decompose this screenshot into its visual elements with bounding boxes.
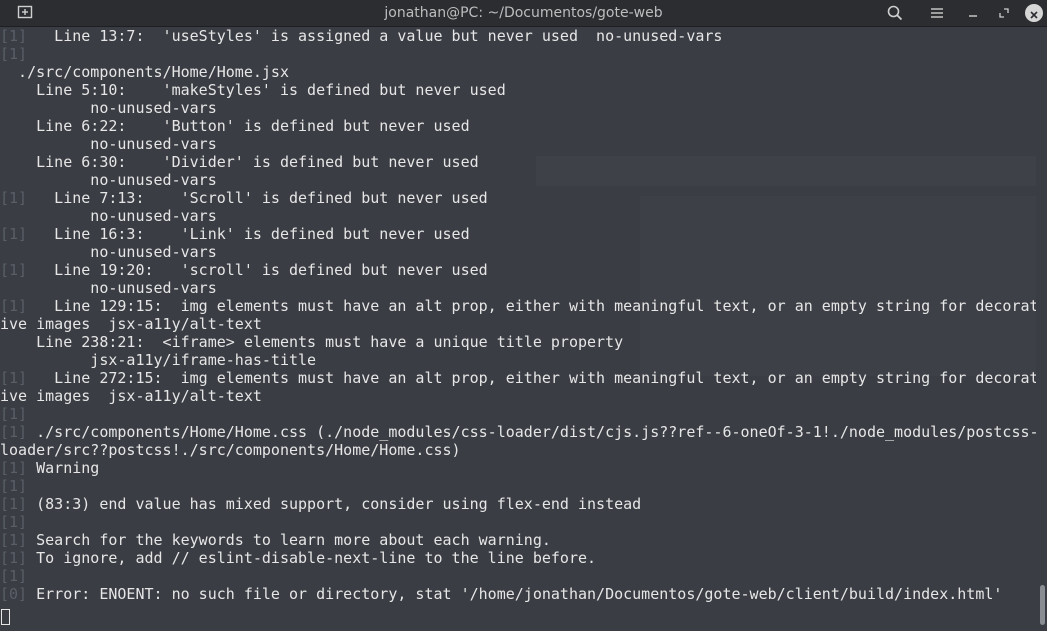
search-icon — [887, 5, 903, 21]
terminal-line: [1] ./src/components/Home/Home.css (./no… — [0, 423, 1036, 441]
line-prefix: [1] — [0, 27, 28, 45]
line-text: Line 16:3: 'Link' is defined but never u… — [27, 225, 470, 243]
line-text: Warning — [27, 459, 100, 477]
terminal-line: [1] Line 272:15: img elements must have … — [0, 369, 1036, 387]
terminal-line: [1] To ignore, add // eslint-disable-nex… — [0, 549, 1036, 567]
line-text: ./src/components/Home/Home.jsx — [0, 63, 289, 81]
line-prefix: [1] — [0, 45, 28, 63]
terminal-line: [1] — [0, 567, 1036, 585]
line-prefix: [1] — [0, 495, 28, 513]
line-prefix: [0] — [0, 585, 28, 603]
line-text: no-unused-vars — [0, 207, 217, 225]
terminal-line: Line 6:22: 'Button' is defined but never… — [0, 117, 1036, 135]
terminal-line: no-unused-vars — [0, 279, 1036, 297]
maximize-icon — [999, 8, 1009, 18]
terminal-line: ive images jsx-a11y/alt-text — [0, 387, 1036, 405]
terminal-line: loader/src??postcss!./src/components/Hom… — [0, 441, 1036, 459]
minimize-button[interactable] — [957, 0, 989, 26]
line-text: loader/src??postcss!./src/components/Hom… — [0, 441, 461, 459]
line-text: Line 272:15: img elements must have an a… — [27, 369, 1036, 387]
line-text: (83:3) end value has mixed support, cons… — [27, 495, 642, 513]
terminal-line: [1] (83:3) end value has mixed support, … — [0, 495, 1036, 513]
hamburger-menu-icon — [930, 7, 944, 19]
terminal-line: jsx-a11y/iframe-has-title — [0, 351, 1036, 369]
line-text: Search for the keywords to learn more ab… — [27, 531, 551, 549]
line-prefix: [1] — [0, 513, 28, 531]
maximize-button[interactable] — [989, 0, 1019, 26]
line-text: no-unused-vars — [0, 135, 217, 153]
terminal-scrollbar[interactable] — [1040, 585, 1045, 625]
line-text: no-unused-vars — [0, 99, 217, 117]
line-text: ive images jsx-a11y/alt-text — [0, 387, 262, 405]
terminal-line: ./src/components/Home/Home.jsx — [0, 63, 1036, 81]
line-text: no-unused-vars — [0, 243, 217, 261]
line-prefix: [1] — [0, 423, 28, 441]
terminal-line: [1] Line 19:20: 'scroll' is defined but … — [0, 261, 1036, 279]
terminal-line: Line 6:30: 'Divider' is defined but neve… — [0, 153, 1036, 171]
line-text: jsx-a11y/iframe-has-title — [0, 351, 317, 369]
terminal-line: [1] — [0, 45, 1036, 63]
minimize-icon — [968, 8, 978, 18]
line-prefix: [1] — [0, 225, 28, 243]
terminal-line: no-unused-vars — [0, 243, 1036, 261]
line-text: Line 7:13: 'Scroll' is defined but never… — [27, 189, 488, 207]
window-titlebar: jonathan@PC: ~/Documentos/gote-web — [0, 0, 1047, 27]
close-button[interactable] — [1025, 4, 1043, 22]
line-text: Line 238:21: <iframe> elements must have… — [0, 333, 624, 351]
terminal-line: [1] Search for the keywords to learn mor… — [0, 531, 1036, 549]
terminal-line: no-unused-vars — [0, 171, 1036, 189]
terminal-line: [1] Warning — [0, 459, 1036, 477]
terminal-line: [1] Line 13:7: 'useStyles' is assigned a… — [0, 27, 1036, 45]
terminal-line: [1] Line 7:13: 'Scroll' is defined but n… — [0, 189, 1036, 207]
terminal-line: [1] — [0, 513, 1036, 531]
line-prefix: [1] — [0, 297, 28, 315]
new-tab-button[interactable] — [0, 0, 50, 26]
line-text: Line 19:20: 'scroll' is defined but neve… — [27, 261, 488, 279]
close-icon — [1030, 4, 1038, 23]
terminal-cursor — [1, 609, 10, 625]
line-text: no-unused-vars — [0, 279, 217, 297]
terminal-line: [1] Line 16:3: 'Link' is defined but nev… — [0, 225, 1036, 243]
line-text: Line 13:7: 'useStyles' is assigned a val… — [27, 27, 723, 45]
new-tab-icon — [17, 4, 33, 23]
terminal-line: Line 238:21: <iframe> elements must have… — [0, 333, 1036, 351]
line-text: Line 6:30: 'Divider' is defined but neve… — [0, 153, 479, 171]
line-text: ive images jsx-a11y/alt-text — [0, 315, 262, 333]
line-prefix: [1] — [0, 369, 28, 387]
line-prefix: [1] — [0, 549, 28, 567]
line-text: ./src/components/Home/Home.css (./node_m… — [27, 423, 1036, 441]
line-text: Line 6:22: 'Button' is defined but never… — [0, 117, 470, 135]
line-text: no-unused-vars — [0, 171, 217, 189]
terminal-line: ive images jsx-a11y/alt-text — [0, 315, 1036, 333]
terminal-line: Line 5:10: 'makeStyles' is defined but n… — [0, 81, 1036, 99]
line-prefix: [1] — [0, 477, 28, 495]
line-prefix: [1] — [0, 189, 28, 207]
terminal-line: [1] Line 129:15: img elements must have … — [0, 297, 1036, 315]
terminal-line: [1] — [0, 477, 1036, 495]
terminal-line: no-unused-vars — [0, 135, 1036, 153]
menu-button[interactable] — [917, 0, 957, 26]
terminal-line: [1] — [0, 405, 1036, 423]
terminal-line: no-unused-vars — [0, 207, 1036, 225]
line-prefix: [1] — [0, 567, 28, 585]
terminal-line: [0] Error: ENOENT: no such file or direc… — [0, 585, 1036, 603]
line-text: To ignore, add // eslint-disable-next-li… — [27, 549, 597, 567]
line-prefix: [1] — [0, 459, 28, 477]
line-text: Error: ENOENT: no such file or directory… — [27, 585, 1003, 603]
line-text: Line 5:10: 'makeStyles' is defined but n… — [0, 81, 506, 99]
line-prefix: [1] — [0, 405, 28, 423]
search-button[interactable] — [873, 0, 917, 26]
line-text: Line 129:15: img elements must have an a… — [27, 297, 1036, 315]
terminal-line: no-unused-vars — [0, 99, 1036, 117]
terminal-output[interactable]: [1] Line 13:7: 'useStyles' is assigned a… — [0, 27, 1036, 631]
line-prefix: [1] — [0, 531, 28, 549]
line-prefix: [1] — [0, 261, 28, 279]
